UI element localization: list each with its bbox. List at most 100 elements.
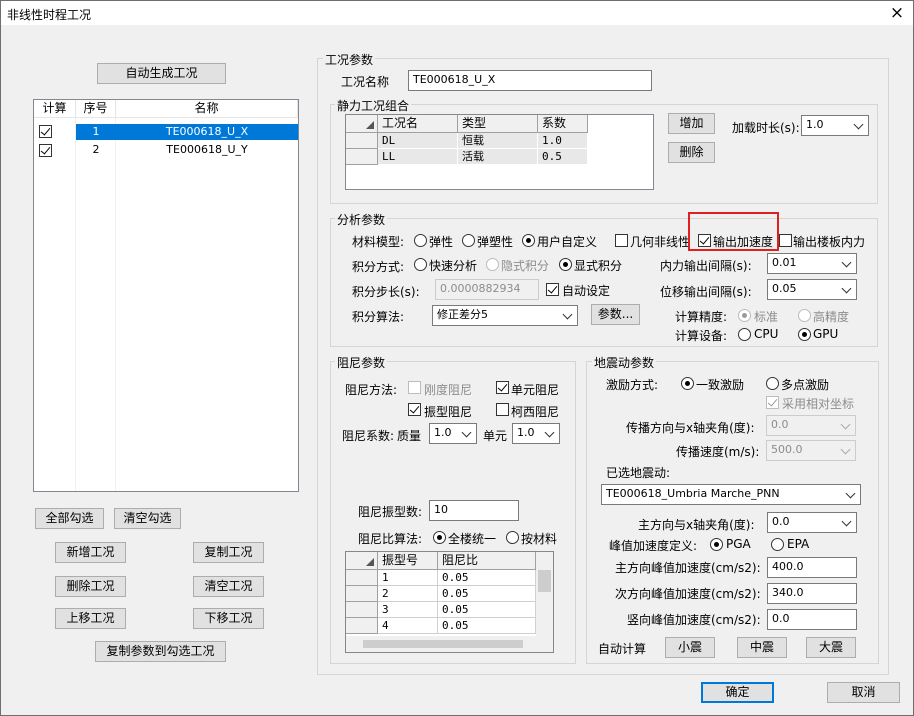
auto-generate-button[interactable]: 自动生成工况 (97, 63, 226, 84)
multi-excite-label: 多点激励 (781, 378, 830, 392)
algo-select[interactable]: 修正差分5 (432, 305, 578, 326)
chevron-down-icon (839, 441, 853, 460)
static-add-button[interactable]: 增加 (668, 113, 715, 134)
title-bar: 非线性时程工况 × (1, 1, 913, 25)
kelvin-damping-checkbox[interactable] (496, 403, 509, 416)
damp-row-3-no[interactable]: 3 (378, 602, 438, 618)
copy-params-button[interactable]: 复制参数到勾选工况 (95, 641, 226, 662)
selected-motion-select[interactable]: TE000618_Umbria Marche_PNN (601, 484, 861, 505)
large-quake-button[interactable]: 大震 (806, 637, 856, 658)
damp-row-2-no[interactable]: 2 (378, 586, 438, 602)
prop-speed-select[interactable]: 500.0 (766, 440, 856, 461)
step-input[interactable]: 0.0000882934 (435, 279, 539, 300)
multi-excite-radio[interactable] (766, 377, 779, 390)
params-button[interactable]: 参数... (591, 304, 640, 325)
static-row-2-type[interactable]: 活载 (458, 149, 538, 165)
case-row-1-checkbox[interactable] (39, 125, 52, 138)
explicit-radio[interactable] (559, 258, 572, 271)
mid-quake-button[interactable]: 中震 (737, 637, 787, 658)
epa-radio[interactable] (771, 538, 784, 551)
main-angle-select[interactable]: 0.0 (767, 512, 857, 533)
close-icon[interactable]: × (885, 2, 909, 24)
duration-select[interactable]: 1.0 (801, 115, 869, 136)
prop-angle-select[interactable]: 0.0 (766, 415, 856, 436)
main-peak-input[interactable]: 400.0 (767, 557, 857, 578)
high-precision-radio[interactable] (798, 309, 811, 322)
clear-cases-button[interactable]: 清空工况 (193, 576, 264, 597)
col-name[interactable]: 名称 (116, 100, 298, 118)
modes-input[interactable]: 10 (429, 500, 519, 521)
prop-speed-label: 传播速度(m/s): (676, 445, 760, 459)
mode-damping-checkbox[interactable] (408, 403, 421, 416)
static-row-1-type[interactable]: 恒载 (458, 133, 538, 149)
unit-coef-select[interactable]: 1.0 (512, 423, 560, 444)
col-calc[interactable]: 计算 (34, 100, 76, 118)
relative-coord-checkbox[interactable] (766, 396, 779, 409)
damp-row-3-ratio[interactable]: 0.05 (438, 602, 536, 618)
mass-coef-select[interactable]: 1.0 (429, 423, 477, 444)
integ-label: 积分方式: (352, 260, 405, 274)
select-all-button[interactable]: 全部勾选 (35, 508, 104, 529)
col-type: 类型 (458, 115, 538, 133)
chevron-down-icon (840, 513, 854, 532)
uniform-radio[interactable] (433, 531, 446, 544)
elastoplastic-radio[interactable] (462, 234, 475, 247)
standard-label: 标准 (754, 310, 779, 324)
static-row-2-name[interactable]: LL (378, 149, 458, 165)
horizontal-scrollbar[interactable] (346, 636, 553, 652)
case-name-input[interactable]: TE000618_U_X (408, 70, 652, 91)
sec-peak-input[interactable]: 340.0 (767, 583, 857, 604)
damp-row-1-ratio[interactable]: 0.05 (438, 570, 536, 586)
ok-button[interactable]: 确定 (701, 682, 774, 703)
force-interval-select[interactable]: 0.01 (767, 253, 857, 274)
static-row-2-coef[interactable]: 0.5 (538, 149, 588, 165)
standard-radio[interactable] (738, 309, 751, 322)
geo-nonlinear-checkbox[interactable] (615, 234, 628, 247)
case-row-1-index: 1 (92, 125, 100, 138)
elastic-label: 弹性 (429, 235, 454, 249)
implicit-radio[interactable] (486, 258, 499, 271)
damping-grid[interactable]: 振型号 阻尼比 1 0.05 2 0.05 3 0.05 4 0.05 (345, 551, 554, 653)
auto-set-checkbox[interactable] (546, 283, 559, 296)
damp-row-4-ratio[interactable]: 0.05 (438, 618, 536, 634)
disp-interval-select[interactable]: 0.05 (767, 279, 857, 300)
fast-radio[interactable] (414, 258, 427, 271)
vertical-scrollbar[interactable] (536, 552, 553, 636)
gpu-radio[interactable] (798, 328, 811, 341)
chevron-down-icon (852, 116, 866, 135)
uniform-excite-radio[interactable] (681, 377, 694, 390)
case-list[interactable]: 计算 序号 名称 1 TE000618_U_X 2 TE000618_U_Y (33, 99, 299, 492)
clear-selection-button[interactable]: 清空勾选 (114, 508, 181, 529)
copy-case-button[interactable]: 复制工况 (193, 542, 264, 563)
rigid-damping-checkbox[interactable] (408, 381, 421, 394)
static-row-1-coef[interactable]: 1.0 (538, 133, 588, 149)
damp-row-4-no[interactable]: 4 (378, 618, 438, 634)
move-down-button[interactable]: 下移工况 (193, 608, 264, 629)
static-delete-button[interactable]: 删除 (668, 142, 715, 163)
small-quake-button[interactable]: 小震 (665, 637, 715, 658)
by-material-radio[interactable] (506, 531, 519, 544)
cancel-button[interactable]: 取消 (827, 682, 900, 703)
chevron-down-icon (839, 416, 853, 435)
static-combo-grid[interactable]: 工况名 类型 系数 DL 恒载 1.0 LL 活载 0.5 (345, 114, 654, 190)
add-case-button[interactable]: 新增工况 (55, 542, 126, 563)
case-row-2-checkbox[interactable] (39, 144, 52, 157)
user-defined-radio[interactable] (522, 234, 535, 247)
damp-row-2-ratio[interactable]: 0.05 (438, 586, 536, 602)
move-up-button[interactable]: 上移工况 (55, 608, 126, 629)
window-title: 非线性时程工况 (7, 8, 92, 22)
output-slab-checkbox[interactable] (779, 234, 792, 247)
element-damping-checkbox[interactable] (496, 381, 509, 394)
selected-motion-label: 已选地震动: (606, 466, 671, 480)
vert-peak-input[interactable]: 0.0 (767, 609, 857, 630)
elastic-radio[interactable] (414, 234, 427, 247)
static-row-1-name[interactable]: DL (378, 133, 458, 149)
col-index[interactable]: 序号 (76, 100, 116, 118)
pga-radio[interactable] (710, 538, 723, 551)
delete-case-button[interactable]: 删除工况 (55, 576, 126, 597)
damp-row-1-no[interactable]: 1 (378, 570, 438, 586)
cpu-radio[interactable] (738, 328, 751, 341)
device-label: 计算设备: (675, 329, 728, 343)
elastoplastic-label: 弹塑性 (477, 235, 514, 249)
element-damping-label: 单元阻尼 (511, 383, 560, 397)
